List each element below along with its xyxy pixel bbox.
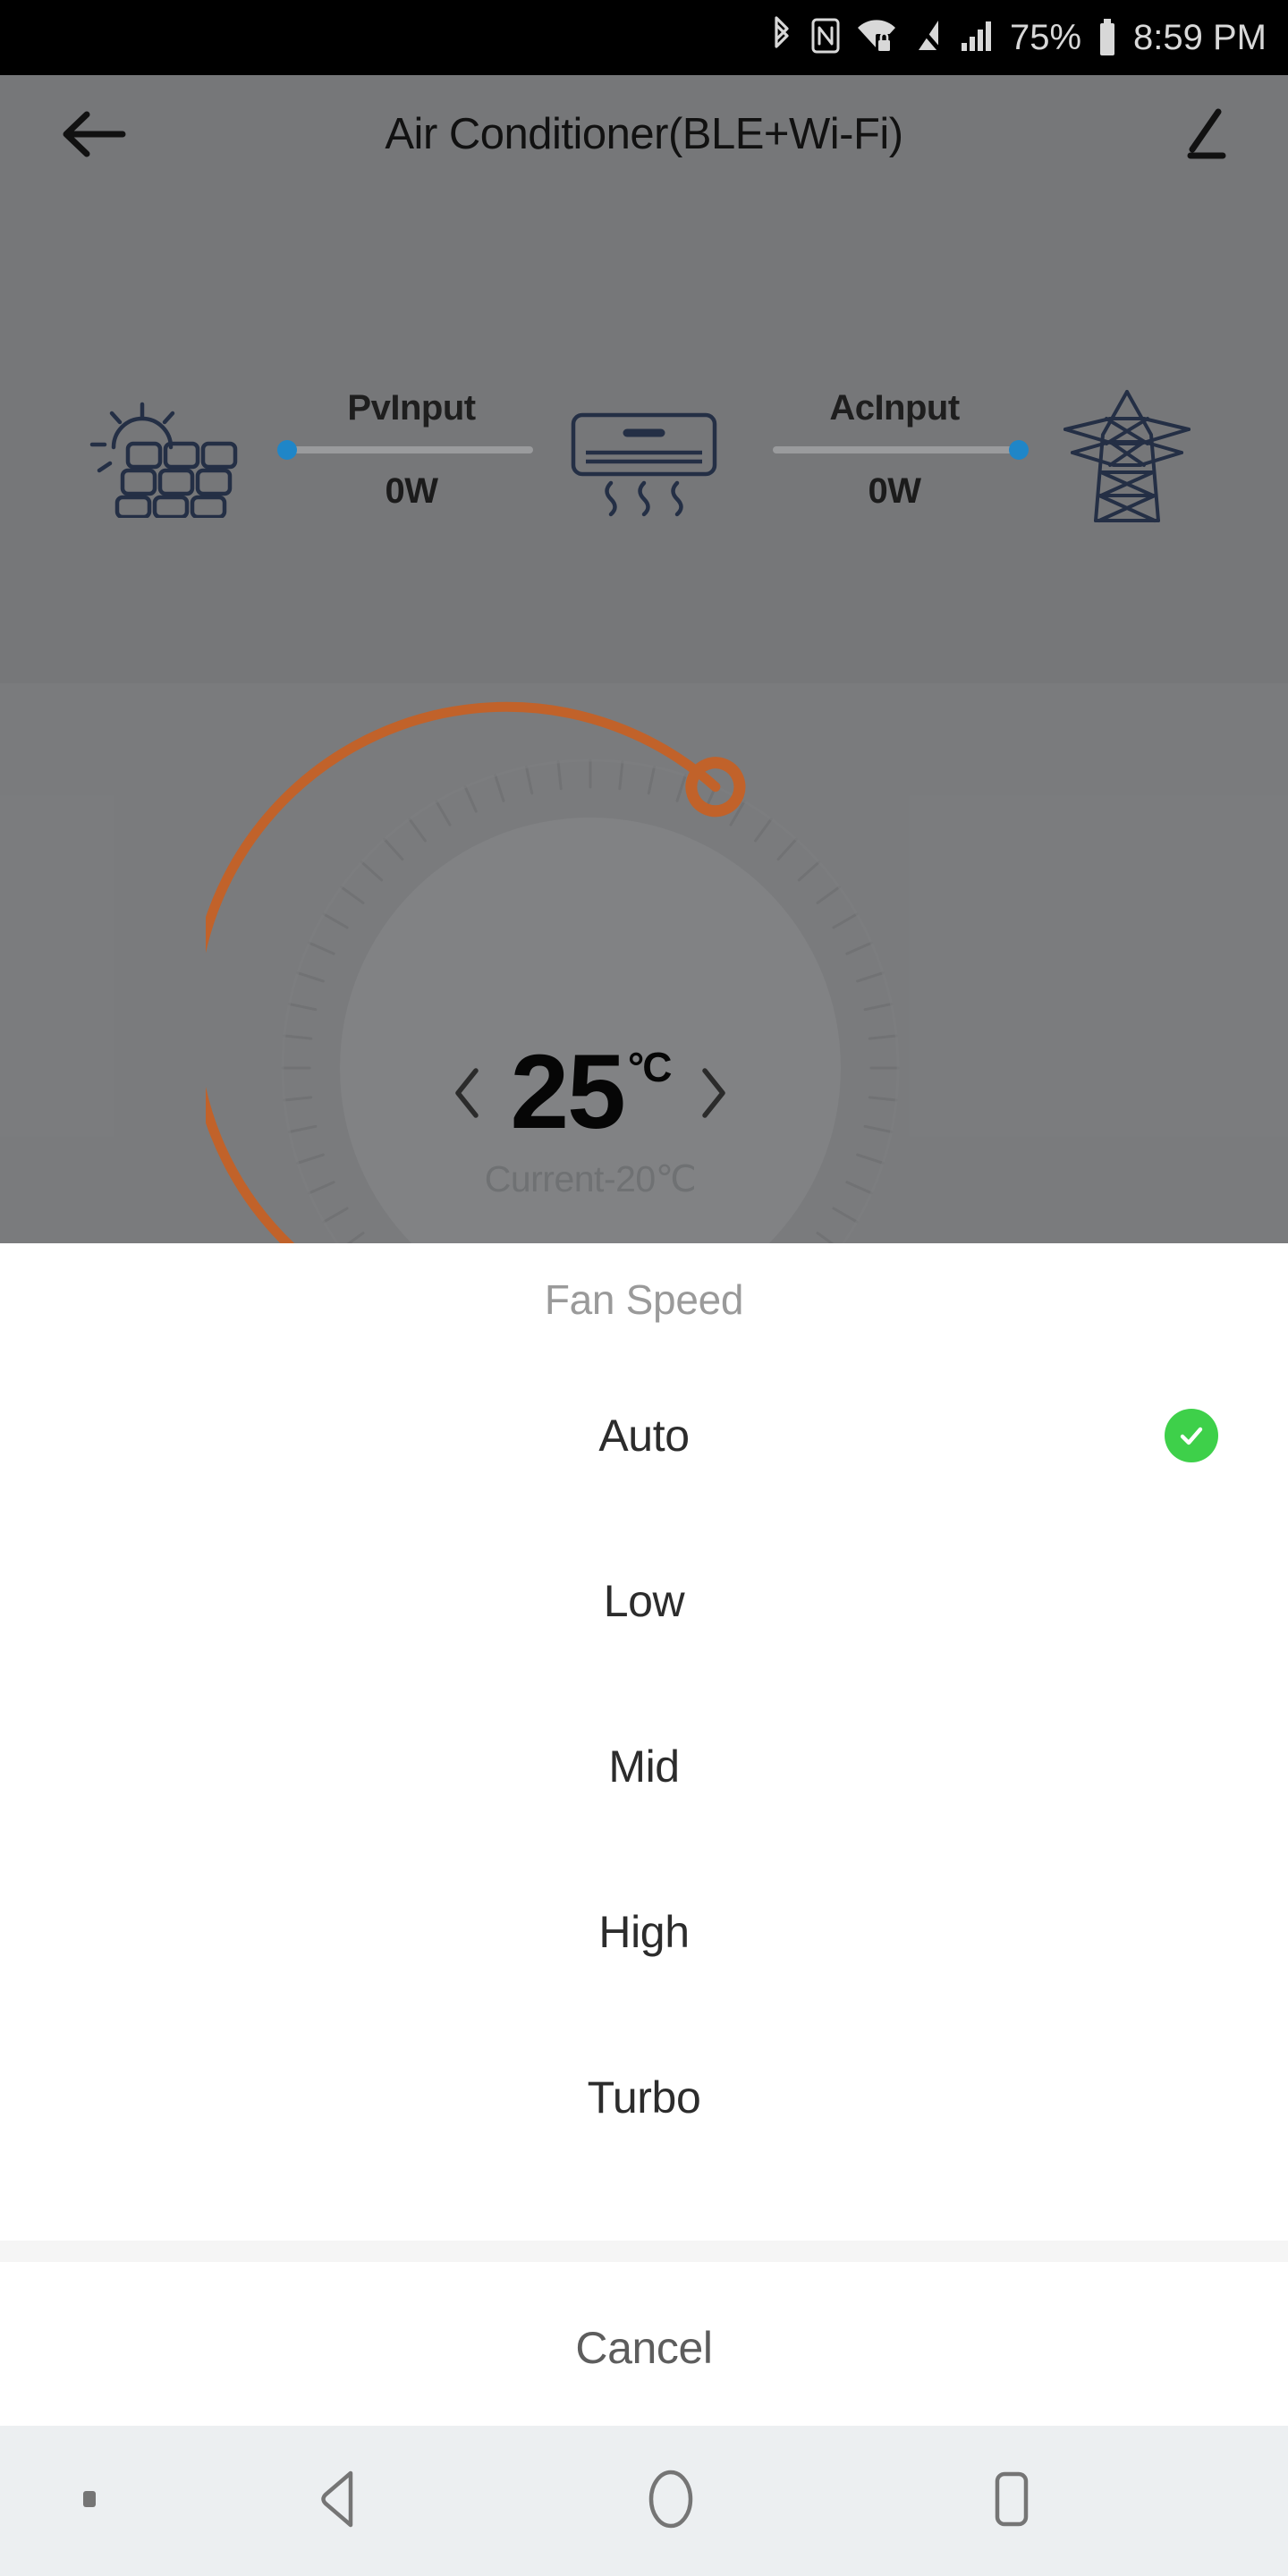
solar-panel-node <box>72 397 250 522</box>
pv-line-bar <box>290 446 533 453</box>
current-temperature-label: Current-20℃ <box>484 1158 697 1199</box>
app-bar: Air Conditioner(BLE+Wi-Fi) <box>0 75 1288 193</box>
grid-node <box>1038 388 1216 531</box>
nav-home-button[interactable] <box>501 2426 841 2576</box>
sheet-divider <box>0 2241 1288 2262</box>
nav-home-circle-icon <box>638 2466 704 2537</box>
pv-input-line <box>277 440 546 460</box>
back-arrow-icon <box>60 107 128 165</box>
fan-option-label: Low <box>603 1576 685 1626</box>
fan-option-turbo[interactable]: Turbo <box>0 2048 1288 2147</box>
cancel-label: Cancel <box>575 2323 713 2373</box>
pv-input-label: PvInput <box>347 388 476 428</box>
fan-option-label: High <box>598 1907 690 1957</box>
temp-decrease-button[interactable] <box>436 1065 498 1121</box>
pv-input-value: 0W <box>385 471 439 511</box>
battery-icon <box>1096 17 1119 58</box>
fan-option-label: Turbo <box>587 2072 701 2123</box>
ac-input-label: AcInput <box>829 388 960 428</box>
ac-input-line <box>760 440 1029 460</box>
nfc-icon <box>809 16 842 60</box>
nav-back-triangle-icon <box>309 2466 371 2537</box>
edit-button[interactable] <box>1170 106 1241 168</box>
bluetooth-icon <box>768 15 795 61</box>
selected-check-icon <box>1165 1409 1218 1462</box>
hide-navbar-icon <box>78 2486 101 2517</box>
temp-increase-button[interactable] <box>682 1065 745 1121</box>
battery-percent-label: 75% <box>1009 18 1082 57</box>
fan-option-label: Auto <box>598 1411 690 1461</box>
android-nav-bar <box>0 2426 1288 2576</box>
cellular-signal-icon <box>960 16 996 60</box>
clock-label: 8:59 PM <box>1133 18 1267 57</box>
nav-back-button[interactable] <box>179 2426 501 2576</box>
power-pylon-icon <box>1060 386 1194 534</box>
sheet-title: Fan Speed <box>544 1276 744 1323</box>
ac-input-link: AcInput 0W <box>760 388 1029 512</box>
solar-panel-icon <box>76 397 246 522</box>
fan-option-label: Mid <box>608 1741 680 1792</box>
phone-screen: 75% 8:59 PM Air Conditioner(BLE+Wi-Fi) P… <box>0 0 1288 2576</box>
app-content-dimmed: Air Conditioner(BLE+Wi-Fi) PvInput 0W Ac… <box>0 75 1288 1243</box>
fan-speed-sheet: Fan Speed Auto Low Mid High Turbo Cancel <box>0 1243 1288 2426</box>
fan-option-auto[interactable]: Auto <box>0 1386 1288 1485</box>
pencil-edit-icon <box>1178 106 1233 168</box>
temp-unit-label: °C <box>627 1044 673 1090</box>
fan-option-low[interactable]: Low <box>0 1552 1288 1650</box>
power-flow-row: PvInput 0W AcInput 0W <box>0 343 1288 558</box>
hide-navbar-button[interactable] <box>0 2426 179 2576</box>
nav-recents-square-icon <box>978 2466 1044 2537</box>
air-conditioner-icon <box>559 397 729 522</box>
status-bar: 75% 8:59 PM <box>0 0 1288 75</box>
fan-option-mid[interactable]: Mid <box>0 1717 1288 1816</box>
air-conditioner-node <box>555 397 733 522</box>
pv-input-link: PvInput 0W <box>277 388 546 512</box>
status-bar-icons: 75% 8:59 PM <box>768 15 1267 61</box>
temperature-readout: 25 °C <box>206 1033 975 1151</box>
nav-recents-button[interactable] <box>841 2426 1181 2576</box>
target-temp-value: 25 <box>510 1033 626 1151</box>
temperature-dial[interactable]: 25 °C Current-20℃ <box>206 683 975 1243</box>
thermostat-card: 25 °C Current-20℃ <box>0 683 1288 1243</box>
ac-line-bar <box>773 446 1016 453</box>
ac-input-value: 0W <box>868 471 922 511</box>
wifi-secure-icon <box>856 16 897 60</box>
target-temperature: 25 °C <box>510 1033 673 1151</box>
ac-flow-dot <box>1009 440 1029 460</box>
page-title: Air Conditioner(BLE+Wi-Fi) <box>385 110 903 158</box>
cancel-button[interactable]: Cancel <box>0 2299 1288 2397</box>
signal-off-icon <box>911 16 945 60</box>
pv-flow-dot <box>277 440 297 460</box>
back-button[interactable] <box>54 104 134 168</box>
fan-option-high[interactable]: High <box>0 1883 1288 1981</box>
